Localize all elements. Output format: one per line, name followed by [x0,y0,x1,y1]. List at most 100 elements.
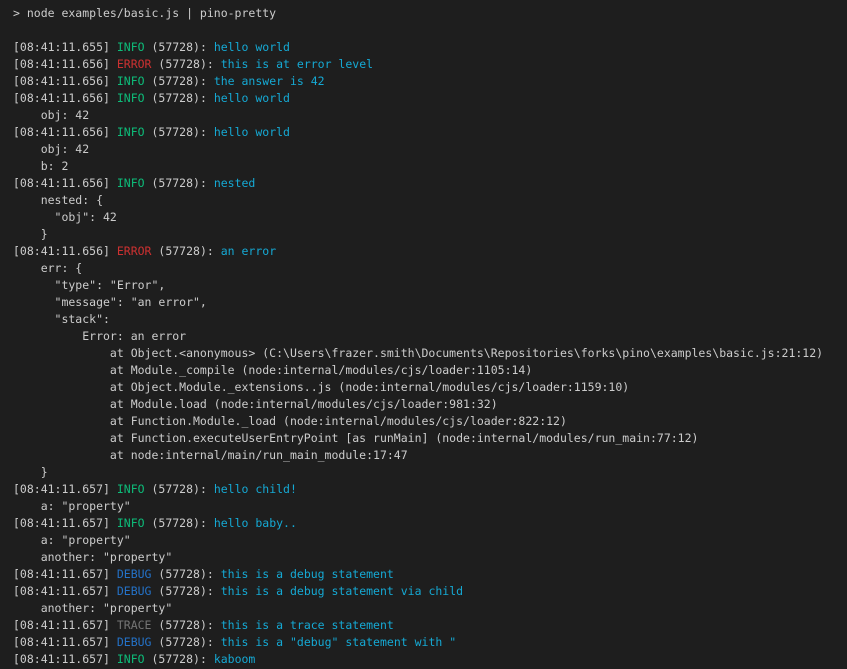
log-detail-line: "stack": [13,311,847,328]
log-message: this is a debug statement [221,567,394,581]
log-timestamp: [08:41:11.657] [13,567,117,581]
log-message: an error [221,244,276,258]
detail-text: "obj": 42 [13,210,117,224]
log-pid: (57728): [151,618,220,632]
log-pid: (57728): [151,244,220,258]
detail-text: Error: an error [13,329,186,343]
log-detail-line: at Function.Module._load (node:internal/… [13,413,847,430]
detail-text: at Function.executeUserEntryPoint [as ru… [13,431,698,445]
log-pid: (57728): [151,57,220,71]
log-detail-line: at Function.executeUserEntryPoint [as ru… [13,430,847,447]
log-detail-line: "message": "an error", [13,294,847,311]
log-line: [08:41:11.656] INFO (57728): hello world [13,124,847,141]
detail-text: "stack": [13,312,110,326]
detail-text: "message": "an error", [13,295,207,309]
log-message: this is a "debug" statement with " [221,635,456,649]
log-timestamp: [08:41:11.656] [13,57,117,71]
terminal-output[interactable]: > node examples/basic.js | pino-pretty [… [0,0,847,669]
log-pid: (57728): [145,91,214,105]
detail-text: at Function.Module._load (node:internal/… [13,414,567,428]
log-detail-line: "type": "Error", [13,277,847,294]
detail-text: "type": "Error", [13,278,165,292]
log-level: INFO [117,40,145,54]
log-line: [08:41:11.656] INFO (57728): nested [13,175,847,192]
detail-text: at Object.<anonymous> (C:\Users\frazer.s… [13,346,823,360]
command-line: > node examples/basic.js | pino-pretty [13,5,847,22]
detail-text: b: 2 [13,159,68,173]
log-level: DEBUG [117,567,152,581]
log-detail-line: another: "property" [13,549,847,566]
log-pid: (57728): [145,125,214,139]
log-line: [08:41:11.657] DEBUG (57728): this is a … [13,634,847,651]
log-line: [08:41:11.657] INFO (57728): kaboom [13,651,847,668]
log-level: TRACE [117,618,152,632]
detail-text: at node:internal/main/run_main_module:17… [13,448,408,462]
log-message: this is a trace statement [221,618,394,632]
log-line: [08:41:11.657] DEBUG (57728): this is a … [13,566,847,583]
log-detail-line: obj: 42 [13,141,847,158]
log-line: [08:41:11.657] DEBUG (57728): this is a … [13,583,847,600]
log-timestamp: [08:41:11.656] [13,91,117,105]
log-detail-line: at Object.<anonymous> (C:\Users\frazer.s… [13,345,847,362]
log-level: INFO [117,176,145,190]
log-level: ERROR [117,244,152,258]
log-message: this is a debug statement via child [221,584,463,598]
log-pid: (57728): [145,74,214,88]
log-level: DEBUG [117,584,152,598]
log-timestamp: [08:41:11.656] [13,74,117,88]
log-detail-line: a: "property" [13,498,847,515]
log-message: hello world [214,125,290,139]
log-message: nested [214,176,256,190]
log-timestamp: [08:41:11.657] [13,652,117,666]
log-detail-line: } [13,226,847,243]
command-text: > node examples/basic.js | pino-pretty [13,6,276,20]
log-message: hello child! [214,482,297,496]
log-detail-line: Error: an error [13,328,847,345]
log-timestamp: [08:41:11.657] [13,516,117,530]
log-line: [08:41:11.655] INFO (57728): hello world [13,39,847,56]
detail-text: at Object.Module._extensions..js (node:i… [13,380,629,394]
log-line: [08:41:11.656] ERROR (57728): an error [13,243,847,260]
log-level: INFO [117,652,145,666]
log-level: INFO [117,482,145,496]
detail-text: a: "property" [13,533,131,547]
log-level: INFO [117,91,145,105]
detail-text: at Module._compile (node:internal/module… [13,363,532,377]
log-detail-line: a: "property" [13,532,847,549]
detail-text: nested: { [13,193,103,207]
log-pid: (57728): [145,40,214,54]
detail-text: } [13,465,48,479]
log-level: ERROR [117,57,152,71]
log-detail-line: b: 2 [13,158,847,175]
log-pid: (57728): [151,567,220,581]
detail-text: a: "property" [13,499,131,513]
log-level: INFO [117,516,145,530]
log-pid: (57728): [145,652,214,666]
detail-text: at Module.load (node:internal/modules/cj… [13,397,498,411]
log-timestamp: [08:41:11.656] [13,125,117,139]
detail-text: err: { [13,261,82,275]
log-pid: (57728): [151,635,220,649]
log-pid: (57728): [145,516,214,530]
log-message: this is at error level [221,57,373,71]
log-detail-line: "obj": 42 [13,209,847,226]
detail-text: obj: 42 [13,108,89,122]
log-pid: (57728): [145,482,214,496]
log-detail-line: at Module._compile (node:internal/module… [13,362,847,379]
log-message: kaboom [214,652,256,666]
log-level: INFO [117,125,145,139]
log-level: INFO [117,74,145,88]
log-timestamp: [08:41:11.657] [13,482,117,496]
log-pid: (57728): [151,584,220,598]
log-detail-line: at node:internal/main/run_main_module:17… [13,447,847,464]
log-timestamp: [08:41:11.655] [13,40,117,54]
log-line: [08:41:11.656] ERROR (57728): this is at… [13,56,847,73]
log-line: [08:41:11.657] INFO (57728): hello baby.… [13,515,847,532]
log-detail-line: another: "property" [13,600,847,617]
detail-text: another: "property" [13,601,172,615]
log-line: [08:41:11.656] INFO (57728): the answer … [13,73,847,90]
log-message: the answer is 42 [214,74,325,88]
log-line: [08:41:11.656] INFO (57728): hello world [13,90,847,107]
detail-text: obj: 42 [13,142,89,156]
log-timestamp: [08:41:11.656] [13,244,117,258]
